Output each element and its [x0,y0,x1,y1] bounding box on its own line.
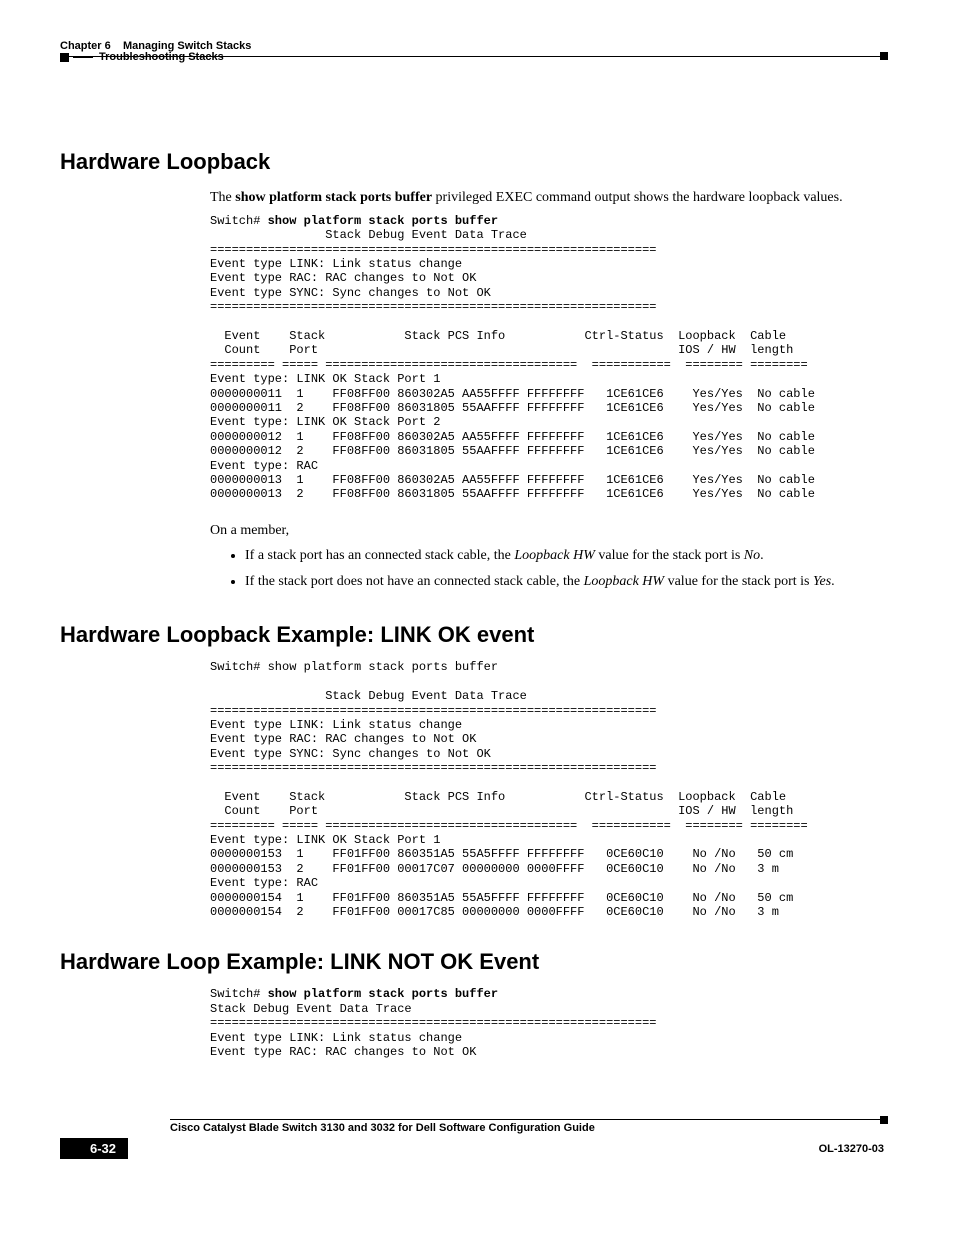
intro-cmd: show platform stack ports buffer [235,190,432,205]
header-left: Troubleshooting Stacks [60,51,884,63]
page-footer: Cisco Catalyst Blade Switch 3130 and 303… [60,1119,884,1159]
b1-mid: value for the stack port is [595,548,744,563]
b2-mid: value for the stack port is [664,574,813,589]
code-block-1: Switch# show platform stack ports buffer… [210,214,884,502]
code-block-2: Switch# show platform stack ports buffer… [210,660,884,919]
doc-id: OL-13270-03 [819,1143,884,1155]
heading-hardware-loopback: Hardware Loopback [60,149,884,175]
b2-end: . [831,574,835,589]
b1-em1: Loopback HW [514,548,595,563]
b2-pre: If the stack port does not have an conne… [245,574,584,589]
heading-link-not-ok-example: Hardware Loop Example: LINK NOT OK Event [60,949,884,975]
heading-link-ok-example: Hardware Loopback Example: LINK OK event [60,622,884,648]
b1-em2: No [744,548,760,563]
page-number-badge: 6-32 [60,1138,128,1159]
b1-pre: If a stack port has an connected stack c… [245,548,514,563]
intro-paragraph: The show platform stack ports buffer pri… [210,189,884,208]
intro-pre: The [210,190,235,205]
code-cmd-bold-3: show platform stack ports buffer [268,987,498,1001]
b2-em1: Loopback HW [584,574,665,589]
code-prompt: Switch# [210,214,268,228]
bullet-list: If a stack port has an connected stack c… [225,547,884,593]
code-body-3: Stack Debug Event Data Trace ===========… [210,1002,656,1059]
b2-em2: Yes [813,574,831,589]
footer-rule [170,1119,884,1120]
member-intro: On a member, [210,522,884,541]
code-body: Stack Debug Event Data Trace ===========… [210,228,815,501]
intro-post: privileged EXEC command output shows the… [432,190,843,205]
list-item: If a stack port has an connected stack c… [245,547,884,566]
section-path: Troubleshooting Stacks [99,51,224,63]
rule-endcap-icon [880,1116,888,1124]
footer-doc-title: Cisco Catalyst Blade Switch 3130 and 303… [170,1122,884,1134]
b1-end: . [760,548,764,563]
list-item: If the stack port does not have an conne… [245,573,884,592]
code-prompt-3: Switch# [210,987,268,1001]
footer-bottom-row: 6-32 OL-13270-03 [60,1138,884,1159]
code-block-3: Switch# show platform stack ports buffer… [210,987,884,1059]
square-icon [60,53,69,62]
code-cmd-bold: show platform stack ports buffer [268,214,498,228]
header-tick [73,57,93,58]
